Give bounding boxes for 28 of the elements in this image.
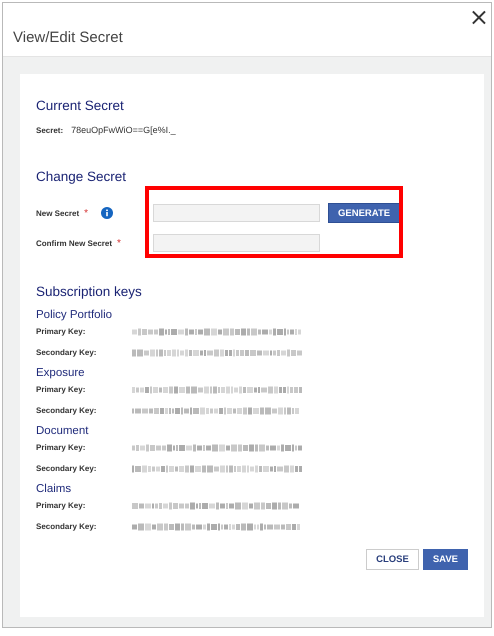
required-mark: * [117,238,121,248]
required-mark: * [84,208,88,218]
key-label: Secondary Key: [36,348,98,357]
save-button[interactable]: SAVE [422,549,468,570]
section-heading: Current Secret [36,98,125,113]
field-label: Confirm New Secret [36,238,112,248]
info-icon[interactable] [101,207,114,219]
secret-value: 78euOpFwWiO==G[e%I._ [71,125,176,135]
group-name: Claims [36,483,72,495]
generate-button[interactable]: GENERATE [328,203,400,223]
secret-label: Secret: [36,126,64,135]
group-name: Exposure [36,367,86,379]
group-name: Document [36,425,90,437]
key-label: Primary Key: [36,327,86,336]
dialog-title: View/Edit Secret [13,29,123,46]
close-button[interactable]: CLOSE [366,549,419,570]
input-field[interactable] [153,234,320,252]
key-label: Secondary Key: [36,406,98,415]
key-label: Secondary Key: [36,522,98,531]
key-label: Primary Key: [36,385,86,394]
key-label: Primary Key: [36,501,86,510]
key-label: Primary Key: [36,443,86,452]
section-heading: Change Secret [36,169,128,184]
group-name: Policy Portfolio [36,309,114,321]
input-field[interactable] [153,204,320,222]
field-label: New Secret [36,208,80,218]
section-heading: Subscription keys [36,284,143,299]
key-label: Secondary Key: [36,464,98,473]
